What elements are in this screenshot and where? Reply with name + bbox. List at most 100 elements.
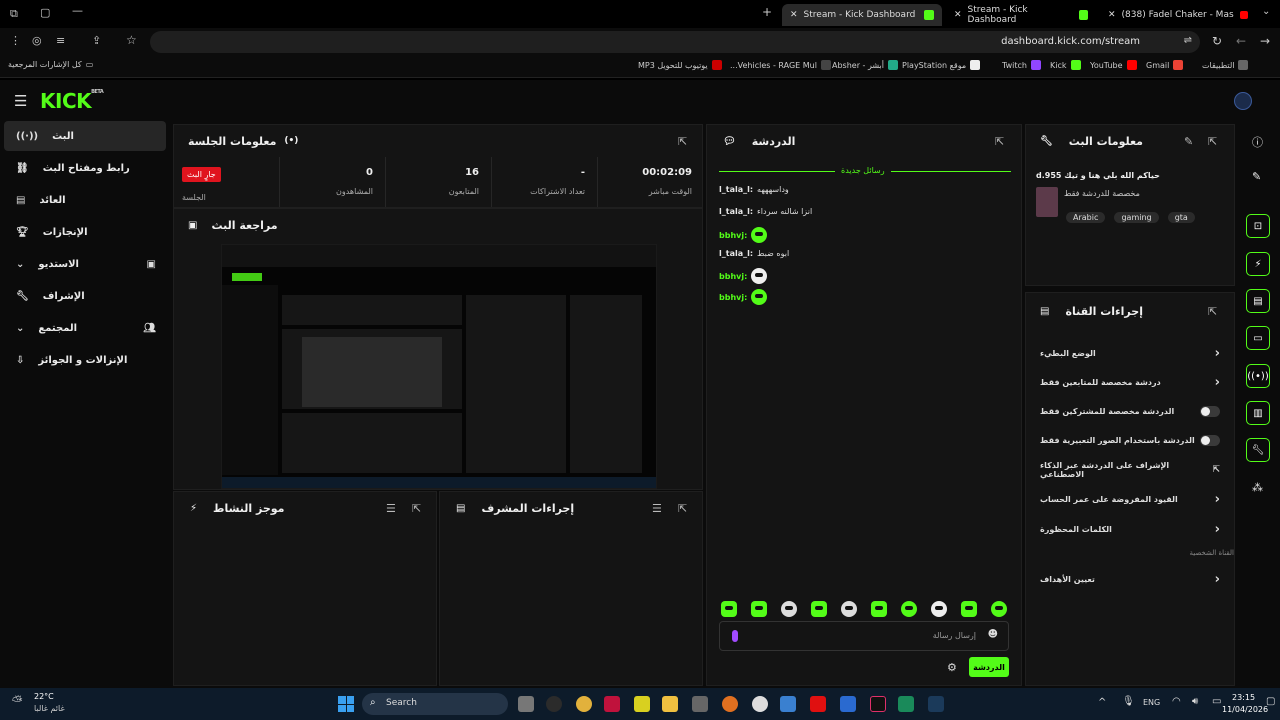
- emote-icon[interactable]: [961, 601, 977, 617]
- mic-icon[interactable]: [732, 630, 738, 642]
- quick-action-broadcast[interactable]: ((•)): [1246, 364, 1270, 388]
- site-settings-icon[interactable]: ⇌: [1184, 35, 1192, 46]
- steam-icon[interactable]: [928, 696, 944, 712]
- subscribers-only-toggle[interactable]: [1200, 405, 1220, 417]
- close-icon[interactable]: ✕: [1108, 10, 1116, 20]
- quick-action-tools[interactable]: 🔧︎: [1246, 438, 1270, 462]
- sidebar-item-community[interactable]: ⌄ المجتمع 👥︎: [4, 313, 166, 343]
- action-row-ai-moderation[interactable]: الإشراف على الدردشة عبر الذكاء الاصطناعي…: [1040, 458, 1220, 482]
- address-bar[interactable]: dashboard.kick.com/stream ⇌: [150, 31, 1200, 53]
- bookmark-gmail[interactable]: Gmail: [1146, 60, 1184, 70]
- app-icon[interactable]: [604, 696, 620, 712]
- chrome-icon[interactable]: [576, 696, 592, 712]
- close-icon[interactable]: ✕: [954, 10, 962, 20]
- battery-icon[interactable]: ▭: [1212, 696, 1221, 707]
- emote-icon[interactable]: [751, 601, 767, 617]
- share-icon[interactable]: ⇪: [92, 34, 101, 47]
- emoji-icon[interactable]: ☻: [988, 629, 998, 640]
- file-explorer-icon[interactable]: [662, 696, 678, 712]
- app-icon[interactable]: [898, 696, 914, 712]
- browser-tab-3[interactable]: ✕ (838) Fadel Chaker - Masol (Ex: [1100, 4, 1256, 26]
- action-row-subscribers-only[interactable]: الدردشة مخصصة للمشتركين فقط: [1040, 399, 1220, 423]
- sidebar-item-stream[interactable]: ((·)) البث: [4, 121, 166, 151]
- expand-icon[interactable]: ⇱: [995, 135, 1004, 148]
- bookmark-playstation[interactable]: موقع PlayStation: [902, 60, 981, 70]
- tag[interactable]: gta: [1167, 212, 1195, 223]
- filter-icon[interactable]: ☰: [386, 502, 396, 515]
- emote-icon[interactable]: [721, 601, 737, 617]
- task-view-icon[interactable]: [518, 696, 534, 712]
- browser-tab-2[interactable]: ✕ Stream - Kick Dashboard: [946, 4, 1096, 26]
- quick-action-doc[interactable]: ▤: [1246, 289, 1270, 313]
- all-bookmarks[interactable]: ▭ كل الإشارات المرجعية: [8, 60, 93, 69]
- emote-icon[interactable]: [811, 601, 827, 617]
- expand-icon[interactable]: ⇱: [1208, 305, 1217, 318]
- browser-tab-1[interactable]: ✕ Stream - Kick Dashboard: [782, 4, 942, 26]
- sidebar-item-revenue[interactable]: ▤ العائد: [4, 185, 166, 215]
- action-row-banned-words[interactable]: الكلمات المحظورة ›: [1040, 517, 1220, 541]
- app-icon[interactable]: [634, 696, 650, 712]
- back-icon[interactable]: →: [1260, 34, 1270, 48]
- tab-search-icon[interactable]: ⌄: [1262, 6, 1270, 17]
- action-row-account-age[interactable]: القيود المفروضة على عمر الحساب ›: [1040, 487, 1220, 511]
- stream-preview-video[interactable]: [221, 244, 657, 489]
- quick-action-focus[interactable]: ⊡: [1246, 214, 1270, 238]
- emote-icon[interactable]: [901, 601, 917, 617]
- emote-icon[interactable]: [781, 601, 797, 617]
- notification-icon[interactable]: ▢: [1266, 696, 1275, 707]
- start-button[interactable]: [338, 696, 354, 712]
- kick-logo[interactable]: KICKBETA: [40, 89, 104, 113]
- sidebar-item-studio[interactable]: ⌄ الاستديو ▣: [4, 249, 166, 279]
- emotes-only-toggle[interactable]: [1200, 434, 1220, 446]
- filter-icon[interactable]: ☰: [652, 502, 662, 515]
- emote-icon[interactable]: [991, 601, 1007, 617]
- app-icon[interactable]: [780, 696, 796, 712]
- minimize-icon[interactable]: —: [72, 4, 83, 17]
- tray-chevron-icon[interactable]: ^: [1098, 697, 1106, 708]
- expand-icon[interactable]: ⇱: [678, 502, 687, 515]
- quick-action-bolt[interactable]: ⚡︎: [1246, 252, 1270, 276]
- bookmark-mp3[interactable]: يوتيوب للتحويل MP3: [638, 60, 722, 70]
- weather-widget[interactable]: ⛅︎ 22°C غائم غالبا: [12, 692, 92, 716]
- new-tab-icon[interactable]: +: [762, 5, 772, 19]
- action-row-emotes-only[interactable]: الدردشة باستخدام الصور التعبيرية فقط: [1040, 428, 1220, 452]
- send-button[interactable]: الدردشة: [969, 657, 1009, 677]
- incognito-icon[interactable]: ◎: [32, 34, 42, 47]
- browser-window-icon[interactable]: ⧉: [10, 7, 18, 21]
- tag[interactable]: gaming: [1114, 212, 1159, 223]
- chat-settings-icon[interactable]: ⚙: [947, 661, 957, 674]
- quick-action-chat[interactable]: ▭: [1246, 326, 1270, 350]
- tag[interactable]: Arabic: [1066, 212, 1106, 223]
- bookmark-youtube[interactable]: YouTube: [1090, 60, 1137, 70]
- hamburger-menu-icon[interactable]: ☰: [14, 92, 27, 110]
- forward-icon[interactable]: ←: [1236, 34, 1246, 48]
- bookmark-absher[interactable]: أبشر - Absher: [832, 60, 898, 70]
- expand-icon[interactable]: ⇱: [412, 502, 421, 515]
- bookmark-twitch[interactable]: Twitch: [1002, 60, 1041, 70]
- mic-icon[interactable]: 🎙︎: [1122, 696, 1135, 707]
- more-menu-icon[interactable]: ⋮: [10, 34, 21, 47]
- app-icon[interactable]: [692, 696, 708, 712]
- action-row-followers-only[interactable]: دردشة مخصصة للمتابعين فقط ›: [1040, 370, 1220, 394]
- edit-icon[interactable]: ✎: [1184, 135, 1193, 148]
- info-icon[interactable]: ⓘ: [1252, 134, 1263, 150]
- translate-icon[interactable]: ≡: [56, 34, 65, 47]
- sidebar-item-drops[interactable]: ⇩ الإنزالات و الجوائز: [4, 345, 166, 375]
- tiktok-icon[interactable]: [870, 696, 886, 712]
- sidebar-item-stream-key[interactable]: ⛓ رابط ومفتاح البث: [4, 153, 166, 183]
- quick-action-layout[interactable]: ▥: [1246, 401, 1270, 425]
- emote-icon[interactable]: [841, 601, 857, 617]
- stream-category[interactable]: مخصصة للدردشة فقط: [1064, 189, 1140, 198]
- emote-icon[interactable]: [871, 601, 887, 617]
- taskbar-search[interactable]: ⌕ Search: [362, 693, 508, 715]
- app-icon[interactable]: [840, 696, 856, 712]
- bookmark-apps[interactable]: التطبيقات: [1202, 60, 1249, 70]
- chat-input[interactable]: إرسال رسالة ☻: [719, 621, 1009, 651]
- expand-icon[interactable]: ⇱: [678, 135, 687, 148]
- browser-menu-icon[interactable]: ▢: [40, 6, 50, 19]
- action-row-slow-mode[interactable]: الوضع البطيء ›: [1040, 341, 1220, 365]
- sidebar-item-achievements[interactable]: 🏆︎ الإنجازات: [4, 217, 166, 247]
- app-icon[interactable]: [722, 696, 738, 712]
- sidebar-item-moderation[interactable]: 🔧︎ الإشراف: [4, 281, 166, 311]
- app-icon[interactable]: [546, 696, 562, 712]
